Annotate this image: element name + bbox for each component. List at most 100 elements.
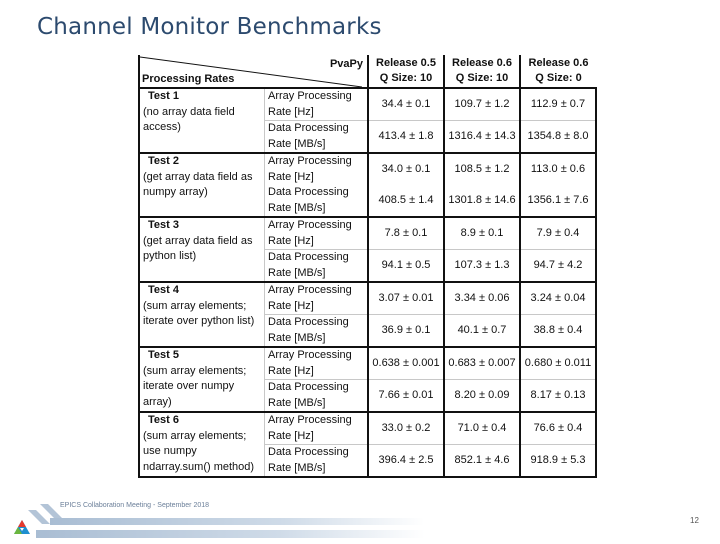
table-row-array-rate: Test 4 (sum array elements; iterate over p… — [138, 281, 597, 347]
metric-label-line: Rate [Hz] — [268, 364, 314, 377]
value-cell: 94.1 ± 0.5 — [367, 249, 444, 282]
value-cell: 1354.8 ± 8.0 — [519, 120, 597, 153]
test-description-line: ndarray.sum() method) — [143, 460, 255, 473]
benchmark-table: PvaPy Processing Rates Release 0.5 Q Siz… — [138, 55, 597, 478]
table-header-row: PvaPy Processing Rates Release 0.5 Q Siz… — [138, 55, 596, 89]
value-cell: 33.0 ± 0.2 — [367, 411, 444, 445]
metric-label-line: Rate [MB/s] — [268, 266, 326, 279]
test-description-line: iterate over python list) — [143, 315, 255, 327]
metric-label-line: Array Processing — [268, 155, 352, 167]
value-cell: 34.0 ± 0.1 — [367, 152, 444, 185]
metric-data-rate: Data Processing Rate [MB/s] — [264, 379, 368, 412]
metric-label-line: Rate [MB/s] — [268, 201, 326, 214]
test-description-cell: Test 1 (no array data field access) — [138, 87, 265, 153]
column-header-qsize: Q Size: 0 — [535, 72, 582, 84]
test-description-line: access) — [143, 121, 181, 133]
test-description-cell: Test 2 (get array data field as numpy arra… — [138, 152, 265, 217]
argonne-logo-icon — [14, 519, 30, 538]
table-row-array-rate: Test 2 (get array data field as numpy arra… — [138, 152, 597, 217]
value-cell: 8.17 ± 0.13 — [519, 379, 597, 412]
test-description-line: use numpy — [143, 445, 197, 457]
column-header-qsize: Q Size: 10 — [455, 72, 509, 84]
value-cell: 408.5 ± 1.4 — [367, 185, 444, 217]
metric-label-line: Data Processing — [268, 251, 349, 263]
metric-label-line: Array Processing — [268, 414, 352, 426]
value-cell: 396.4 ± 2.5 — [367, 444, 444, 478]
metric-label-line: Rate [MB/s] — [268, 396, 326, 409]
metric-array-rate: Array Processing Rate [Hz] — [264, 152, 368, 185]
test-description-cell: Test 3 (get array data field as python lis… — [138, 216, 265, 282]
slide-title: Channel Monitor Benchmarks — [37, 14, 382, 40]
value-cell: 0.683 ± 0.007 — [443, 346, 520, 380]
test-description-cell: Test 4 (sum array elements; iterate over p… — [138, 281, 265, 347]
table-row-array-rate: Test 5 (sum array elements; iterate over n… — [138, 346, 597, 412]
metric-label-line: Data Processing — [268, 446, 349, 458]
test-description-line: iterate over numpy — [143, 380, 235, 392]
value-cell: 8.9 ± 0.1 — [443, 216, 520, 250]
value-cell: 413.4 ± 1.8 — [367, 120, 444, 153]
test-description-cell: Test 6 (sum array elements; use numpy ndarr… — [138, 411, 265, 478]
value-cell: 3.24 ± 0.04 — [519, 281, 597, 315]
value-cell: 1316.4 ± 14.3 — [443, 120, 520, 153]
test-description-line: (sum array elements; — [143, 429, 247, 442]
column-header: Release 0.5 Q Size: 10 — [367, 55, 444, 89]
metric-label-line: Data Processing — [268, 381, 349, 393]
test-description-line: (get array data field as — [143, 234, 253, 247]
value-cell: 7.9 ± 0.4 — [519, 216, 597, 250]
value-cell: 112.9 ± 0.7 — [519, 87, 597, 121]
value-cell: 94.7 ± 4.2 — [519, 249, 597, 282]
value-cell: 0.638 ± 0.001 — [367, 346, 444, 380]
metric-label-line: Array Processing — [268, 219, 352, 231]
metric-label-line: Rate [Hz] — [268, 105, 314, 118]
metric-label-line: Rate [Hz] — [268, 429, 314, 442]
metric-label-line: Data Processing — [268, 122, 349, 134]
test-description-cell: Test 5 (sum array elements; iterate over n… — [138, 346, 265, 412]
test-name: Test 2 — [148, 155, 179, 167]
value-cell: 107.3 ± 1.3 — [443, 249, 520, 282]
table-row-array-rate: Test 6 (sum array elements; use numpy ndarr… — [138, 411, 597, 478]
metric-data-rate: Data Processing Rate [MB/s] — [264, 314, 368, 347]
metric-label-line: Rate [MB/s] — [268, 137, 326, 150]
value-cell: 3.34 ± 0.06 — [443, 281, 520, 315]
page-number: 12 — [690, 516, 699, 525]
value-cell: 71.0 ± 0.4 — [443, 411, 520, 445]
table-row-array-rate: Test 3 (get array data field as python lis… — [138, 216, 597, 282]
metric-array-rate: Array Processing Rate [Hz] — [264, 411, 368, 445]
metric-data-rate: Data Processing Rate [MB/s] — [264, 444, 368, 478]
metric-label-line: Array Processing — [268, 90, 352, 102]
metric-label-line: Rate [MB/s] — [268, 461, 326, 474]
test-description-line: numpy array) — [143, 186, 208, 198]
column-header-release: Release 0.5 — [376, 56, 436, 69]
corner-header-cell: PvaPy Processing Rates — [138, 55, 368, 89]
value-cell: 109.7 ± 1.2 — [443, 87, 520, 121]
metric-data-rate: Data Processing Rate [MB/s] — [264, 120, 368, 153]
metric-label-line: Array Processing — [268, 349, 352, 361]
value-cell: 8.20 ± 0.09 — [443, 379, 520, 412]
column-header-release: Release 0.6 — [528, 56, 589, 69]
test-description-line: array) — [143, 395, 172, 408]
test-description-line: (no array data field — [143, 105, 235, 118]
test-name: Test 4 — [148, 284, 179, 296]
value-cell: 7.8 ± 0.1 — [367, 216, 444, 250]
value-cell: 36.9 ± 0.1 — [367, 314, 444, 347]
metric-label-line: Data Processing — [268, 186, 349, 198]
metric-array-rate: Array Processing Rate [Hz] — [264, 281, 368, 315]
value-cell: 113.0 ± 0.6 — [519, 152, 597, 185]
column-header-release: Release 0.6 — [452, 56, 512, 69]
metric-label-line: Rate [MB/s] — [268, 331, 326, 344]
test-description-line: python list) — [143, 250, 197, 262]
test-description-line: (sum array elements; — [143, 299, 247, 312]
metric-data-rate: Data Processing Rate [MB/s] — [264, 185, 368, 217]
value-cell: 34.4 ± 0.1 — [367, 87, 444, 121]
metric-label-line: Data Processing — [268, 316, 349, 328]
metric-data-rate: Data Processing Rate [MB/s] — [264, 249, 368, 282]
value-cell: 1356.1 ± 7.6 — [519, 185, 597, 217]
value-cell: 38.8 ± 0.4 — [519, 314, 597, 347]
benchmark-table-container: PvaPy Processing Rates Release 0.5 Q Siz… — [138, 55, 597, 478]
test-name: Test 5 — [148, 349, 179, 361]
test-name: Test 6 — [148, 414, 179, 426]
metric-label-line: Rate [Hz] — [268, 170, 314, 183]
value-cell: 76.6 ± 0.4 — [519, 411, 597, 445]
table-row-array-rate: Test 1 (no array data field access) Array P… — [138, 87, 597, 153]
metric-array-rate: Array Processing Rate [Hz] — [264, 87, 368, 121]
